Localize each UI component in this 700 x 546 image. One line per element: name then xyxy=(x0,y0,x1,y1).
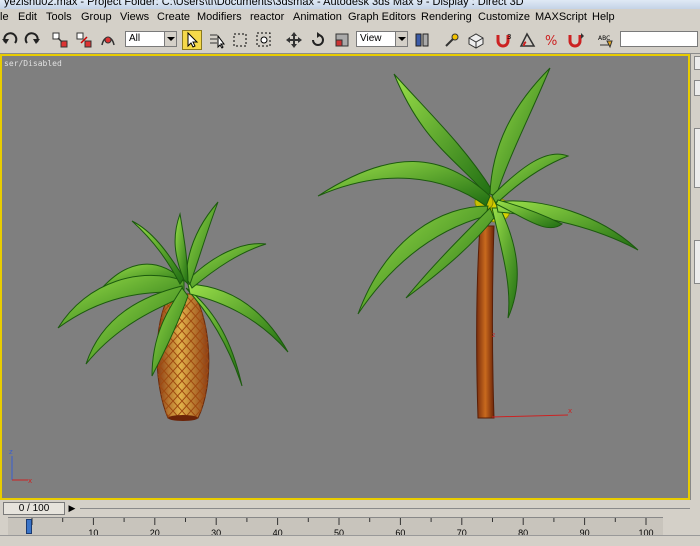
tall-palm-tree-model[interactable]: x z xyxy=(317,67,639,419)
svg-text:x: x xyxy=(568,407,572,415)
menu-animation[interactable]: Animation xyxy=(293,11,342,23)
menu-views[interactable]: Views xyxy=(120,11,149,23)
main-toolbar: All View 3 % ABC xyxy=(0,27,700,54)
select-and-rotate-icon[interactable] xyxy=(308,30,328,50)
select-object-icon[interactable] xyxy=(182,30,202,50)
redo-icon[interactable] xyxy=(22,30,42,50)
command-panel-rollout[interactable] xyxy=(694,240,700,284)
select-and-link-icon[interactable] xyxy=(50,30,70,50)
svg-text:%: % xyxy=(545,34,557,49)
percent-snap-icon[interactable]: % xyxy=(542,30,562,50)
command-panel-tab[interactable] xyxy=(694,80,700,96)
time-slider-track[interactable] xyxy=(80,508,690,509)
select-and-scale-icon[interactable] xyxy=(332,30,352,50)
menu-rendering[interactable]: Rendering xyxy=(421,11,472,23)
chevron-down-icon xyxy=(395,32,407,46)
menu-tools[interactable]: Tools xyxy=(46,11,72,23)
menu-reactor[interactable]: reactor xyxy=(250,11,284,23)
menu-maxscript[interactable]: MAXScript xyxy=(535,11,587,23)
window-title: yezishu02.max - Project Folder: C:\Users… xyxy=(4,0,524,8)
reference-coordinate-value: View xyxy=(360,33,382,44)
time-slider-thumb[interactable]: 0 / 100 xyxy=(3,502,65,515)
named-selection-sets-field[interactable] xyxy=(620,31,698,47)
edit-named-selection-icon[interactable]: ABC xyxy=(596,30,616,50)
select-and-manipulate-icon[interactable] xyxy=(442,30,462,50)
use-pivot-center-icon[interactable] xyxy=(412,30,432,50)
menu-help[interactable]: Help xyxy=(592,11,615,23)
status-bar xyxy=(0,535,700,546)
command-panel-tab[interactable] xyxy=(694,56,700,70)
rectangular-region-icon[interactable] xyxy=(230,30,250,50)
track-bar-ruler[interactable]: 10 20 30 40 50 60 70 80 90 100 xyxy=(8,517,663,538)
menu-bar: le Edit Tools Group Views Create Modifie… xyxy=(0,9,700,28)
svg-text:z: z xyxy=(492,332,495,339)
current-frame-marker[interactable] xyxy=(26,519,32,534)
menu-edit[interactable]: Edit xyxy=(18,11,37,23)
chevron-down-icon xyxy=(164,32,176,46)
perspective-viewport[interactable]: ser/Disabled x z z x xyxy=(0,54,690,500)
time-slider: 0 / 100 ▶ xyxy=(0,500,700,517)
svg-text:3: 3 xyxy=(507,33,511,41)
menu-customize[interactable]: Customize xyxy=(478,11,530,23)
menu-file[interactable]: le xyxy=(0,11,9,23)
angle-snap-icon[interactable] xyxy=(518,30,538,50)
viewport-scene: x z z x xyxy=(9,67,639,485)
menu-create[interactable]: Create xyxy=(157,11,190,23)
svg-text:z: z xyxy=(9,448,13,456)
select-and-move-icon[interactable] xyxy=(284,30,304,50)
svg-text:x: x xyxy=(28,477,32,485)
title-bar: yezishu02.max - Project Folder: C:\Users… xyxy=(0,0,700,9)
keyboard-shortcut-override-icon[interactable] xyxy=(466,30,486,50)
track-bar: 10 20 30 40 50 60 70 80 90 100 xyxy=(0,517,700,538)
selection-filter-value: All xyxy=(129,33,141,44)
menu-group[interactable]: Group xyxy=(81,11,112,23)
spinner-snap-icon[interactable] xyxy=(566,30,586,50)
reference-coordinate-dropdown[interactable]: View xyxy=(356,31,408,47)
undo-icon[interactable] xyxy=(0,30,20,50)
window-crossing-icon[interactable] xyxy=(254,30,274,50)
command-panel xyxy=(690,54,700,500)
menu-graph-editors[interactable]: Graph Editors xyxy=(348,11,416,23)
select-by-name-icon[interactable] xyxy=(206,30,226,50)
bind-space-warp-icon[interactable] xyxy=(98,30,118,50)
world-axis-icon: z x xyxy=(9,448,32,485)
selection-filter-dropdown[interactable]: All xyxy=(125,31,177,47)
snaps-toggle-icon[interactable]: 3 xyxy=(494,30,514,50)
unlink-icon[interactable] xyxy=(74,30,94,50)
command-panel-rollout[interactable] xyxy=(694,128,700,188)
menu-modifiers[interactable]: Modifiers xyxy=(197,11,242,23)
next-frame-icon[interactable]: ▶ xyxy=(66,502,78,515)
short-palm-tree-model[interactable] xyxy=(57,201,289,421)
